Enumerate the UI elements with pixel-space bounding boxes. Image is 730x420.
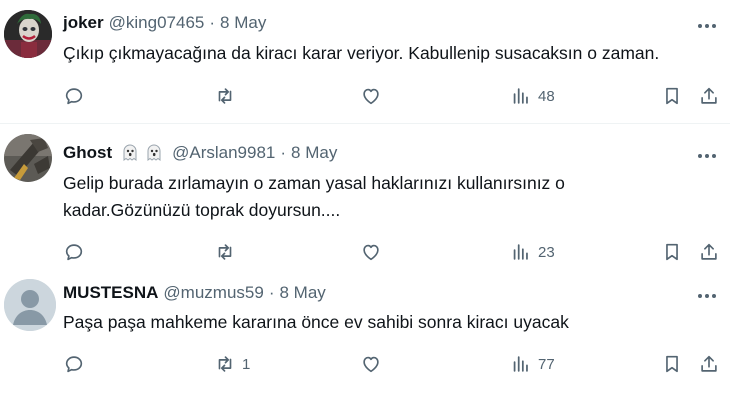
views-count: 48 xyxy=(538,87,555,105)
separator: · xyxy=(268,283,275,302)
more-icon[interactable] xyxy=(696,285,718,307)
default-profile-icon xyxy=(4,279,56,331)
reply-icon xyxy=(65,356,83,373)
heart-icon xyxy=(363,88,379,105)
joker-avatar-image xyxy=(4,10,52,58)
reply-button[interactable] xyxy=(63,352,91,376)
views-icon xyxy=(513,244,528,260)
reply-icon xyxy=(65,88,83,105)
separator: · xyxy=(209,13,216,32)
separator: · xyxy=(280,143,287,162)
share-button[interactable] xyxy=(698,84,720,108)
reply-button[interactable] xyxy=(63,240,91,264)
tweet-header: Ghost @Arslan9981 · 8 May xyxy=(63,143,337,163)
bookmark-button[interactable] xyxy=(661,84,683,108)
tweet[interactable]: MUSTESNA @muzmus59 · 8 May Paşa paşa mah… xyxy=(0,269,730,420)
views-count: 77 xyxy=(538,355,555,373)
username[interactable]: @muzmus59 xyxy=(163,283,263,303)
bookmark-button[interactable] xyxy=(661,240,683,264)
retweet-count: 1 xyxy=(242,355,251,373)
avatar[interactable] xyxy=(4,279,56,331)
share-icon xyxy=(701,355,717,372)
display-name[interactable]: Ghost xyxy=(63,143,112,163)
tweet-text: Çıkıp çıkmayacağına da kiracı karar veri… xyxy=(63,40,659,67)
retweet-button[interactable] xyxy=(214,240,242,264)
ghost-avatar-image xyxy=(4,134,52,182)
ghost-emoji xyxy=(123,144,137,161)
tweet-header: MUSTESNA @muzmus59 · 8 May xyxy=(63,283,326,303)
tweet-actions: 48 xyxy=(0,84,730,108)
views-icon xyxy=(513,356,528,372)
views-button[interactable]: 77 xyxy=(510,352,555,376)
display-name[interactable]: joker xyxy=(63,13,104,33)
views-button[interactable]: 23 xyxy=(510,240,555,264)
tweet-text-line: kadar.Gözünüzü toprak doyursun.... xyxy=(63,200,341,220)
like-button[interactable] xyxy=(360,84,388,108)
tweet-actions: 23 xyxy=(0,240,730,264)
retweet-icon xyxy=(218,88,232,104)
avatar[interactable] xyxy=(4,10,52,58)
tweet-text-line: Çıkıp çıkmayacağına da kiracı karar veri… xyxy=(63,43,660,63)
bookmark-icon xyxy=(666,243,678,261)
timestamp[interactable]: 8 May xyxy=(220,13,266,33)
tweet-text-line: Paşa paşa mahkeme kararına önce ev sahib… xyxy=(63,312,569,332)
share-button[interactable] xyxy=(698,352,720,376)
ghost-emoji xyxy=(147,144,161,161)
reply-button[interactable] xyxy=(63,84,91,108)
retweet-button[interactable]: 1 xyxy=(214,352,250,376)
bookmark-icon xyxy=(666,355,678,373)
share-icon xyxy=(701,87,717,104)
username[interactable]: @Arslan9981 xyxy=(172,143,275,163)
tweet[interactable]: Ghost @Arslan9981 · 8 May Gelip burada z… xyxy=(0,124,730,269)
views-count: 23 xyxy=(538,243,555,261)
heart-icon xyxy=(363,356,379,373)
views-button[interactable]: 48 xyxy=(510,84,555,108)
bookmark-icon xyxy=(666,87,678,105)
retweet-icon xyxy=(218,244,232,260)
reply-icon xyxy=(65,244,83,261)
like-button[interactable] xyxy=(360,352,388,376)
like-button[interactable] xyxy=(360,240,388,264)
tweet-text-line: Gelip burada zırlamayın o zaman yasal ha… xyxy=(63,173,565,193)
avatar[interactable] xyxy=(4,134,52,182)
share-button[interactable] xyxy=(698,240,720,264)
more-icon[interactable] xyxy=(696,145,718,167)
username[interactable]: @king07465 xyxy=(109,13,205,33)
tweet-text: Paşa paşa mahkeme kararına önce ev sahib… xyxy=(63,309,569,336)
display-name[interactable]: MUSTESNA xyxy=(63,283,158,303)
timestamp[interactable]: 8 May xyxy=(291,143,337,163)
views-icon xyxy=(513,88,528,104)
more-icon[interactable] xyxy=(696,15,718,37)
bookmark-button[interactable] xyxy=(661,352,683,376)
retweet-icon xyxy=(218,356,232,372)
retweet-button[interactable] xyxy=(214,84,242,108)
tweet[interactable]: joker @king07465 · 8 May Çıkıp çıkmayaca… xyxy=(0,0,730,124)
heart-icon xyxy=(363,244,379,261)
timestamp[interactable]: 8 May xyxy=(279,283,325,303)
tweet-actions: 1 77 xyxy=(0,352,730,376)
tweet-text: Gelip burada zırlamayın o zaman yasal ha… xyxy=(63,170,565,224)
tweet-header: joker @king07465 · 8 May xyxy=(63,13,266,33)
share-icon xyxy=(701,243,717,260)
